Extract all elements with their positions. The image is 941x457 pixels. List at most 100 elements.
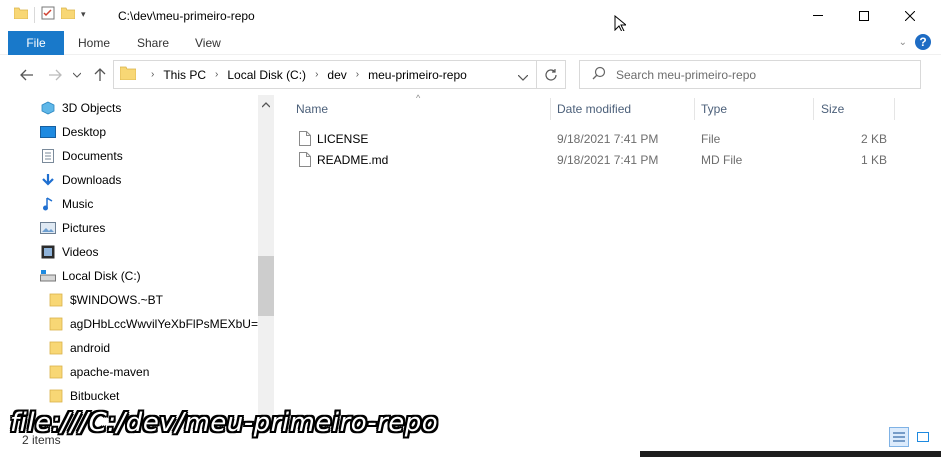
nav-item-music[interactable]: Music <box>40 192 93 216</box>
breadcrumb-this-pc[interactable]: This PC <box>163 68 206 82</box>
title-bar: ▾ C:\dev\meu-primeiro-repo <box>0 0 941 33</box>
nav-item-label: apache-maven <box>70 365 150 379</box>
nav-item-label: $WINDOWS.~BT <box>70 293 164 307</box>
details-view-icon[interactable] <box>889 427 909 447</box>
minimize-button[interactable] <box>795 0 841 31</box>
ribbon: File Home Share View ⌄ ? <box>0 31 941 55</box>
nav-item-local-disk[interactable]: Local Disk (C:) <box>40 264 141 288</box>
breadcrumb-dev[interactable]: dev <box>327 68 346 82</box>
file-date: 9/18/2021 7:41 PM <box>557 131 659 146</box>
nav-item-label: Desktop <box>62 125 107 139</box>
downloads-icon <box>40 172 56 188</box>
new-folder-icon[interactable] <box>60 7 76 22</box>
toolbar-separator <box>34 6 35 23</box>
folder-icon <box>13 7 29 22</box>
search-input[interactable]: Search meu-primeiro-repo <box>579 60 921 89</box>
file-icon <box>299 149 311 170</box>
breadcrumb-local-disk[interactable]: Local Disk (C:) <box>227 68 306 82</box>
nav-item-folder[interactable]: Bitbucket <box>48 384 119 408</box>
folder-icon <box>119 66 137 83</box>
sort-ascending-icon: ^ <box>416 93 421 103</box>
help-icon[interactable]: ? <box>915 34 931 50</box>
column-size[interactable]: Size <box>821 96 844 122</box>
nav-item-label: android <box>70 341 111 355</box>
nav-item-label: 3D Objects <box>62 101 122 115</box>
nav-item-desktop[interactable]: Desktop <box>40 120 106 144</box>
file-name: LICENSE <box>317 131 369 146</box>
quick-access-toolbar: ▾ <box>13 6 86 23</box>
breadcrumb-repo[interactable]: meu-primeiro-repo <box>368 68 467 82</box>
close-button[interactable] <box>887 0 933 31</box>
address-dropdown-icon[interactable] <box>517 70 529 84</box>
maximize-button[interactable] <box>841 0 887 31</box>
properties-icon[interactable] <box>41 6 55 23</box>
refresh-button[interactable] <box>537 60 566 89</box>
tab-home[interactable]: Home <box>78 31 110 55</box>
forward-button[interactable] <box>45 65 65 85</box>
folder-icon <box>48 316 64 332</box>
file-row[interactable]: README.md 9/18/2021 7:41 PM MD File 1 KB <box>290 149 895 170</box>
window-title: C:\dev\meu-primeiro-repo <box>118 9 255 23</box>
nav-item-videos[interactable]: Videos <box>40 240 98 264</box>
column-separator[interactable] <box>894 98 895 120</box>
file-type: File <box>701 131 721 146</box>
drive-icon <box>40 268 56 284</box>
navigation-pane: 3D Objects Desktop Documents Downloads M… <box>0 95 274 425</box>
scroll-up-icon[interactable] <box>261 97 271 111</box>
desktop-icon <box>40 124 56 140</box>
folder-icon <box>48 364 64 380</box>
nav-item-downloads[interactable]: Downloads <box>40 168 121 192</box>
nav-item-3d-objects[interactable]: 3D Objects <box>40 96 121 120</box>
nav-item-documents[interactable]: Documents <box>40 144 123 168</box>
folder-icon <box>48 292 64 308</box>
nav-item-label: Pictures <box>62 221 106 235</box>
search-placeholder: Search meu-primeiro-repo <box>616 67 757 82</box>
pictures-icon <box>40 220 56 236</box>
nav-item-label: Local Disk (C:) <box>62 269 141 283</box>
large-icons-view-icon[interactable] <box>913 427 933 447</box>
column-name[interactable]: Name <box>296 96 328 122</box>
recent-locations-button[interactable] <box>70 65 84 85</box>
column-separator[interactable] <box>813 98 814 120</box>
nav-item-folder[interactable]: android <box>48 336 110 360</box>
file-row[interactable]: LICENSE 9/18/2021 7:41 PM File 2 KB <box>290 128 895 149</box>
search-icon <box>592 66 606 83</box>
url-overlay: file:///C:/dev/meu-primeiro-repo <box>10 408 439 438</box>
chevron-right-icon: › <box>151 69 155 80</box>
column-date-modified[interactable]: Date modified <box>557 96 631 122</box>
tab-file[interactable]: File <box>8 31 64 55</box>
taskbar-edge <box>640 451 941 457</box>
nav-item-pictures[interactable]: Pictures <box>40 216 105 240</box>
nav-item-label: Documents <box>62 149 123 163</box>
navigation-bar: › This PC › Local Disk (C:) › dev › meu-… <box>0 55 941 95</box>
chevron-right-icon: › <box>315 69 319 80</box>
column-header: ^ Name Date modified Type Size <box>290 93 895 122</box>
column-separator[interactable] <box>694 98 695 120</box>
tab-share[interactable]: Share <box>137 31 169 55</box>
nav-item-label: Downloads <box>62 173 122 187</box>
nav-item-folder[interactable]: agDHbLccWwvilYeXbFlPsMEXbU= <box>48 312 258 336</box>
column-separator[interactable] <box>550 98 551 120</box>
nav-item-label: Videos <box>62 245 99 259</box>
customize-qat-icon[interactable]: ▾ <box>81 9 86 20</box>
up-button[interactable] <box>90 65 110 85</box>
nav-item-folder[interactable]: apache-maven <box>48 360 149 384</box>
folder-icon <box>48 340 64 356</box>
folder-icon <box>48 388 64 404</box>
nav-scrollbar-thumb[interactable] <box>258 256 274 316</box>
file-size: 2 KB <box>860 131 887 146</box>
nav-item-folder[interactable]: $WINDOWS.~BT <box>48 288 163 312</box>
file-type: MD File <box>701 152 743 167</box>
file-icon <box>299 128 311 149</box>
chevron-right-icon: › <box>355 69 360 80</box>
tab-view[interactable]: View <box>195 31 221 55</box>
column-type[interactable]: Type <box>701 96 727 122</box>
music-icon <box>40 196 56 212</box>
chevron-right-icon: › <box>215 69 219 80</box>
expand-ribbon-icon[interactable]: ⌄ <box>899 37 907 48</box>
nav-item-label: Music <box>62 197 94 211</box>
address-bar[interactable]: › This PC › Local Disk (C:) › dev › meu-… <box>113 60 537 89</box>
videos-icon <box>40 244 56 260</box>
back-button[interactable] <box>17 65 37 85</box>
documents-icon <box>40 148 56 164</box>
